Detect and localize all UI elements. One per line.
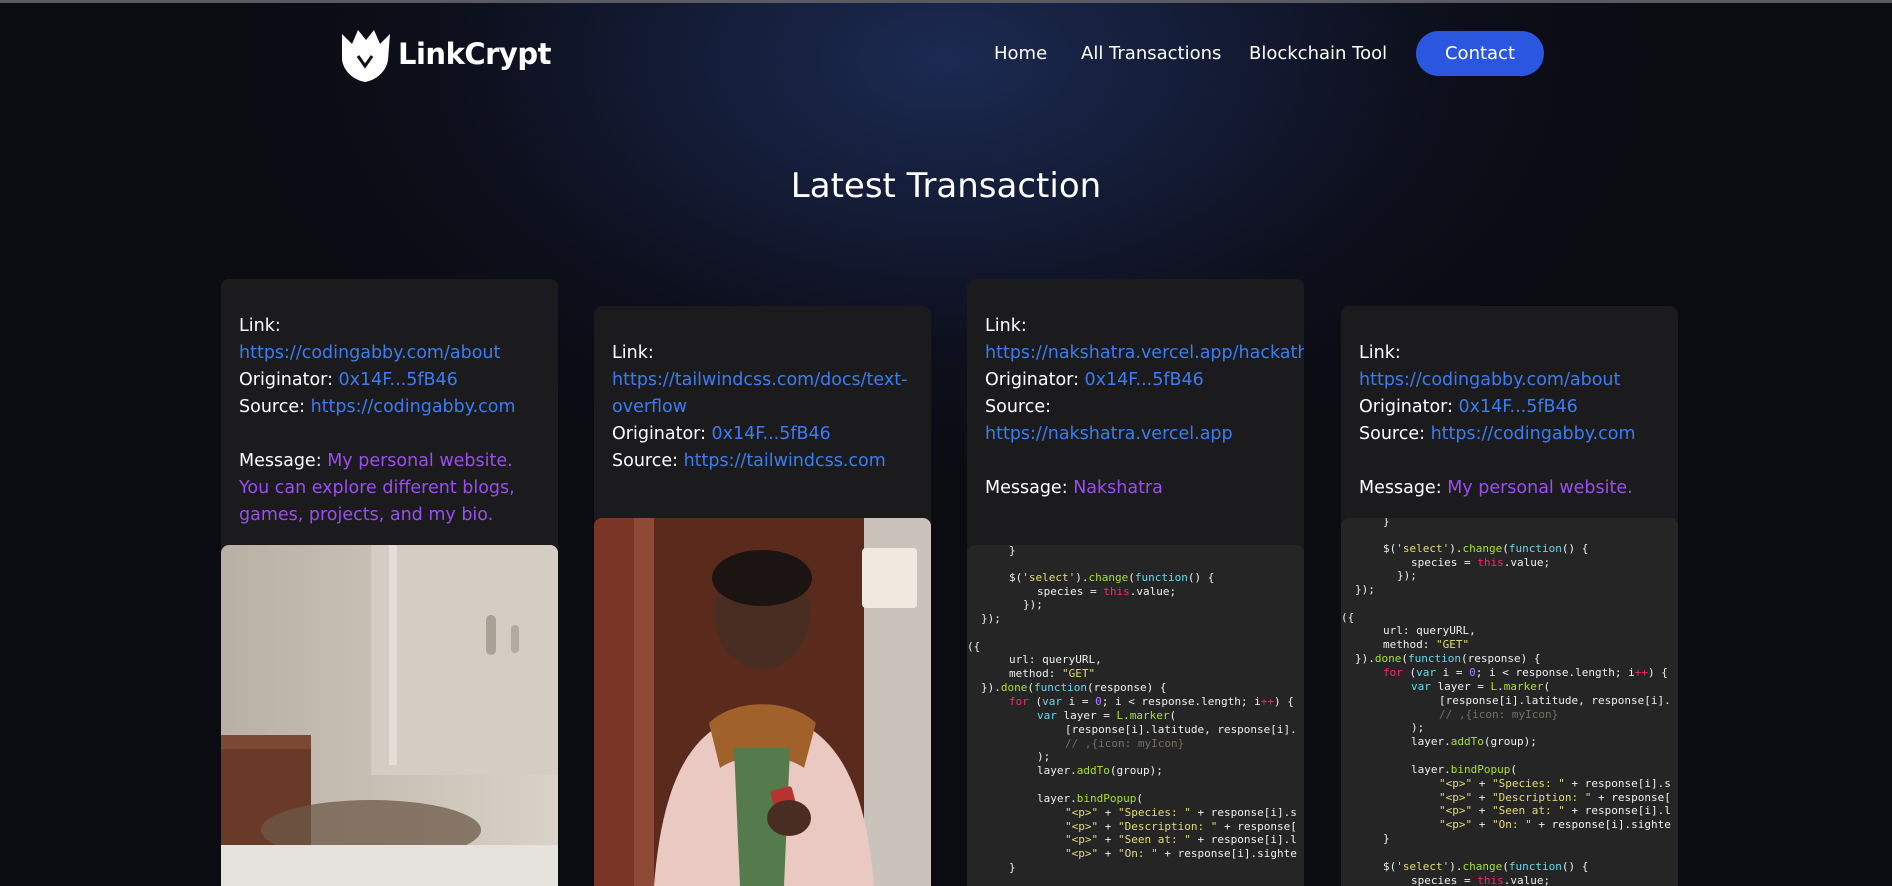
svg-text:({: ({ [967, 640, 980, 653]
originator-value[interactable]: 0x14F...5fB46 [712, 424, 831, 444]
svg-text:// ,{icon: myIcon}: // ,{icon: myIcon} [1439, 708, 1558, 721]
svg-text:});: }); [1023, 598, 1043, 611]
svg-text:var layer = L.marker(: var layer = L.marker( [1037, 709, 1176, 722]
originator-value[interactable]: 0x14F...5fB46 [339, 370, 458, 390]
svg-text:);: ); [1037, 750, 1050, 763]
svg-text:method: "GET": method: "GET" [1009, 667, 1095, 680]
svg-text:[response[i].latitude, respons: [response[i].latitude, response[i]. [1439, 694, 1671, 707]
link-value[interactable]: https://codingabby.com/about [239, 343, 500, 363]
svg-text:// ,{icon: myIcon}: // ,{icon: myIcon} [1065, 737, 1184, 750]
source-value[interactable]: https://codingabby.com [311, 397, 516, 417]
svg-text:"<p>" + "Seen at: " + response: "<p>" + "Seen at: " + response[i].l [1065, 833, 1297, 846]
source-label: Source: [1359, 424, 1426, 444]
svg-text:$('select').change(function(): $('select').change(function() { [1383, 542, 1588, 555]
svg-text:"<p>" + "Species: " + response: "<p>" + "Species: " + response[i].s [1065, 806, 1297, 819]
svg-text:"<p>" + "Description: " + resp: "<p>" + "Description: " + response[ [1439, 791, 1671, 804]
svg-text:}: } [1383, 518, 1390, 528]
message-value: Nakshatra [1073, 478, 1163, 498]
nav-home-link[interactable]: Home [994, 43, 1047, 64]
source-label: Source: [239, 397, 306, 417]
svg-text:$('select').change(function(): $('select').change(function() { [1009, 571, 1214, 584]
svg-text:"<p>" + "On: " + response[i].s: "<p>" + "On: " + response[i].sighte [1439, 818, 1671, 831]
link-label: Link: [1359, 343, 1401, 363]
svg-text:species = this.value;: species = this.value; [1411, 874, 1550, 886]
transaction-card-2[interactable]: Link: https://tailwindcss.com/docs/text-… [594, 306, 931, 886]
svg-text:}).done(function(response) {: }).done(function(response) { [1355, 652, 1540, 665]
svg-text:layer.bindPopup(: layer.bindPopup( [1037, 792, 1143, 805]
svg-text:}).done(function(response) {: }).done(function(response) { [981, 681, 1166, 694]
originator-label: Originator: [612, 424, 706, 444]
contact-button[interactable]: Contact [1416, 31, 1544, 76]
originator-label: Originator: [239, 370, 333, 390]
source-label: Source: [985, 397, 1052, 417]
svg-text:for (var i = 0; i < response.l: for (var i = 0; i < response.length; i++… [1383, 666, 1668, 679]
nav-all-transactions-link[interactable]: All Transactions [1081, 43, 1221, 64]
svg-text:}: } [1009, 545, 1016, 557]
window-top-border [0, 0, 1892, 3]
svg-text:);: ); [1411, 721, 1424, 734]
transaction-card-1[interactable]: Link: https://codingabby.com/about Origi… [221, 279, 558, 886]
svg-text:});: }); [1397, 569, 1417, 582]
svg-text:url: queryURL,: url: queryURL, [1383, 624, 1476, 637]
page-title: Latest Transaction [790, 166, 1102, 206]
top-nav: Home All Transactions Blockchain Tool Co… [0, 31, 1892, 76]
source-value[interactable]: https://tailwindcss.com [684, 451, 886, 471]
originator-value[interactable]: 0x14F...5fB46 [1085, 370, 1204, 390]
svg-text:"<p>" + "Seen at: " + response: "<p>" + "Seen at: " + response[i].l [1439, 804, 1671, 817]
svg-text:layer.addTo(group);: layer.addTo(group); [1411, 735, 1537, 748]
link-value[interactable]: https://nakshatra.vercel.app/hackathon [985, 343, 1304, 363]
message-value: My personal website. [1447, 478, 1633, 498]
svg-text:var layer = L.marker(: var layer = L.marker( [1411, 680, 1550, 693]
card-preview-code-image: } $('select').change(function() { specie… [967, 545, 1304, 886]
originator-value[interactable]: 0x14F...5fB46 [1459, 397, 1578, 417]
source-value[interactable]: https://codingabby.com [1431, 424, 1636, 444]
svg-text:$('select').change(function(): $('select').change(function() { [1383, 860, 1588, 873]
link-label: Link: [985, 316, 1027, 336]
link-label: Link: [612, 343, 654, 363]
card-preview-code-image: } $('select').change(function() { specie… [1341, 518, 1678, 886]
svg-text:layer.bindPopup(: layer.bindPopup( [1411, 763, 1517, 776]
svg-text:species = this.value;: species = this.value; [1411, 556, 1550, 569]
svg-text:[response[i].latitude, respons: [response[i].latitude, response[i]. [1065, 723, 1297, 736]
link-label: Link: [239, 316, 281, 336]
svg-text:for (var i = 0; i < response.l: for (var i = 0; i < response.length; i++… [1009, 695, 1294, 708]
svg-text:method: "GET": method: "GET" [1383, 638, 1469, 651]
svg-text:({: ({ [1341, 611, 1354, 624]
nav-blockchain-tool-link[interactable]: Blockchain Tool [1249, 43, 1387, 64]
svg-text:"<p>" + "Species: " + response: "<p>" + "Species: " + response[i].s [1439, 777, 1671, 790]
svg-text:});: }); [1355, 583, 1375, 596]
card-preview-image [221, 545, 558, 886]
link-value-line-1[interactable]: https://tailwindcss.com/docs/text- [612, 370, 907, 390]
svg-text:}: } [1009, 861, 1016, 874]
originator-label: Originator: [1359, 397, 1453, 417]
link-value-line-2[interactable]: overflow [612, 397, 687, 417]
svg-text:});: }); [981, 612, 1001, 625]
svg-text:layer.addTo(group);: layer.addTo(group); [1037, 764, 1163, 777]
transaction-card-4[interactable]: Link: https://codingabby.com/about Origi… [1341, 306, 1678, 886]
message-label: Message: [985, 478, 1068, 498]
originator-label: Originator: [985, 370, 1079, 390]
svg-text:"<p>" + "On: " + response[i].s: "<p>" + "On: " + response[i].sighte [1065, 847, 1297, 860]
transaction-card-3[interactable]: Link: https://nakshatra.vercel.app/hacka… [967, 279, 1304, 886]
link-value[interactable]: https://codingabby.com/about [1359, 370, 1620, 390]
card-preview-image [594, 518, 931, 886]
svg-text:species = this.value;: species = this.value; [1037, 585, 1176, 598]
source-value[interactable]: https://nakshatra.vercel.app [985, 424, 1233, 444]
message-label: Message: [1359, 478, 1442, 498]
message-label: Message: [239, 451, 322, 471]
svg-text:url: queryURL,: url: queryURL, [1009, 653, 1102, 666]
source-label: Source: [612, 451, 679, 471]
svg-text:"<p>" + "Description: " + resp: "<p>" + "Description: " + response[ [1065, 820, 1297, 833]
svg-text:}: } [1383, 832, 1390, 845]
